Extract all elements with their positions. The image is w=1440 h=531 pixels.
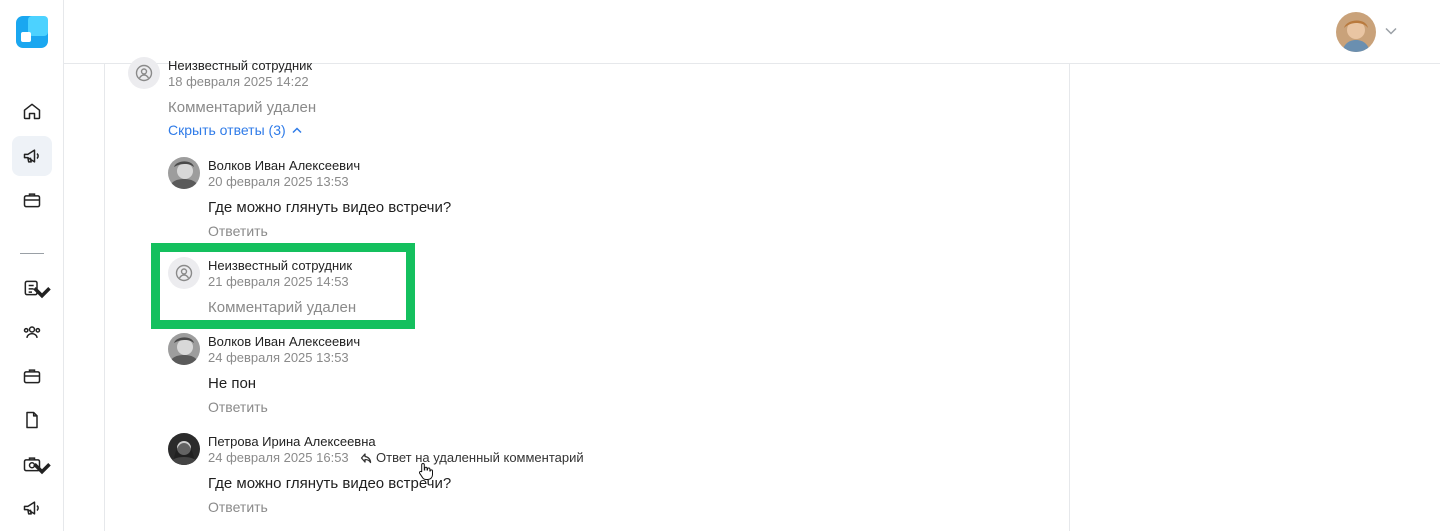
comment-author: Неизвестный сотрудник xyxy=(168,58,313,73)
comment-date: 20 февраля 2025 13:53 xyxy=(208,174,349,189)
file-icon xyxy=(26,411,38,429)
highlight-box xyxy=(151,243,415,329)
nav-documents[interactable] xyxy=(12,268,52,308)
comment-author: Волков Иван Алексеевич xyxy=(208,158,361,173)
comment-date: 18 февраля 2025 14:22 xyxy=(168,74,309,89)
users-icon xyxy=(23,326,41,338)
app-logo[interactable] xyxy=(16,16,48,48)
hand-cursor-icon xyxy=(418,462,433,480)
reply-arrow-icon xyxy=(360,452,372,463)
megaphone-icon xyxy=(23,501,39,515)
avatar xyxy=(168,157,200,189)
comment-author: Петрова Ирина Алексеевна xyxy=(208,434,376,449)
topbar xyxy=(64,0,1440,64)
nav-news[interactable] xyxy=(12,488,52,528)
chevron-down-icon xyxy=(33,463,51,475)
nav-announcements[interactable] xyxy=(12,136,52,176)
megaphone-icon xyxy=(23,149,39,163)
nav-home[interactable] xyxy=(12,91,52,131)
reply-to-label: Ответ на удаленный комментарий xyxy=(376,450,584,465)
comment-text: Где можно глянуть видео встречи? xyxy=(208,475,452,492)
reply-link[interactable]: Ответить xyxy=(208,223,268,239)
hide-replies-label: Скрыть ответы (3) xyxy=(168,122,286,138)
avatar xyxy=(168,333,200,365)
chevron-up-icon xyxy=(292,126,302,133)
comment-author: Волков Иван Алексеевич xyxy=(208,334,361,349)
briefcase-icon xyxy=(23,369,41,384)
reply-link[interactable]: Ответить xyxy=(208,399,268,415)
comment-text: Где можно глянуть видео встречи? xyxy=(208,199,452,216)
avatar xyxy=(128,57,160,89)
nav-users[interactable] xyxy=(12,312,52,352)
briefcase-icon xyxy=(23,193,41,208)
comment-date: 24 февраля 2025 13:53 xyxy=(208,350,349,365)
right-panel xyxy=(1070,64,1440,531)
comment-text: Не пон xyxy=(208,375,257,392)
reply-link[interactable]: Ответить xyxy=(208,499,268,515)
user-avatar[interactable] xyxy=(1336,12,1376,52)
reply-to-reference[interactable]: Ответ на удаленный комментарий xyxy=(360,450,584,465)
nav-briefcase[interactable] xyxy=(12,356,52,396)
sidebar-divider xyxy=(20,253,44,254)
comment-date: 24 февраля 2025 16:53 xyxy=(208,450,349,465)
nav-media[interactable] xyxy=(12,444,52,484)
home-icon xyxy=(23,103,41,120)
sidebar xyxy=(0,0,64,531)
nav-files[interactable] xyxy=(12,400,52,440)
hide-replies-toggle[interactable]: Скрыть ответы (3) xyxy=(168,122,302,138)
chevron-down-icon[interactable] xyxy=(1385,27,1397,35)
comment-deleted-text: Комментарий удален xyxy=(168,99,317,116)
avatar xyxy=(168,433,200,465)
nav-work[interactable] xyxy=(12,180,52,220)
user-placeholder-icon xyxy=(135,64,153,82)
chevron-down-icon xyxy=(33,287,51,299)
